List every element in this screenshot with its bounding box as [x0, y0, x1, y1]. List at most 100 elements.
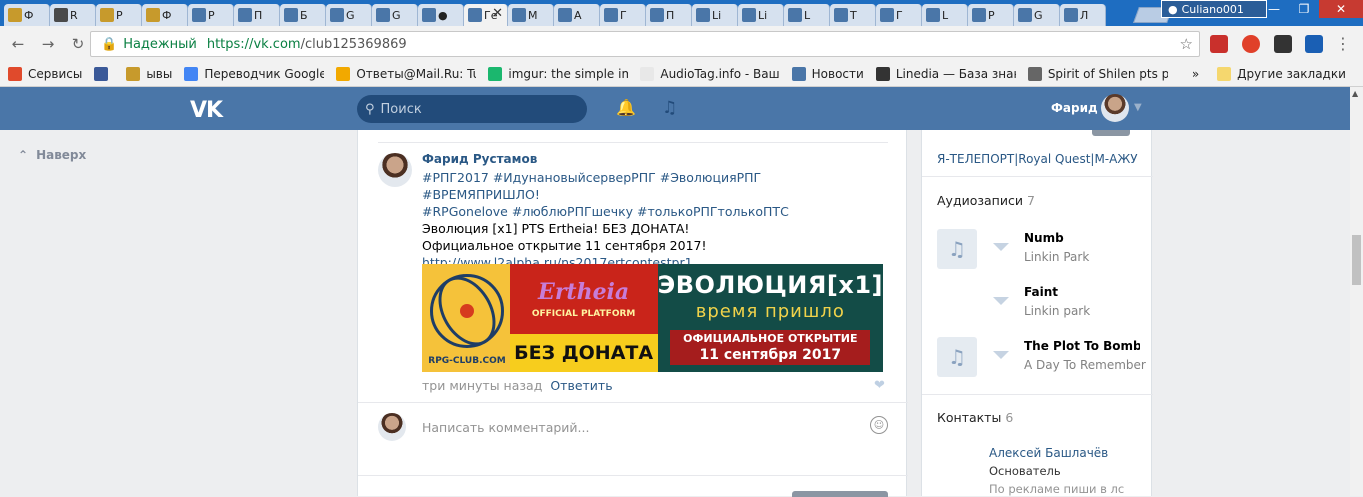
browser-tab[interactable]: R	[50, 4, 96, 26]
translate-extension-icon[interactable]	[1305, 35, 1323, 53]
browser-tab[interactable]: Г	[876, 4, 922, 26]
audio-track[interactable]: ♫ The Plot To Bomb ... A Day To Remember	[937, 337, 1146, 379]
back-icon[interactable]: ←	[6, 32, 30, 56]
play-icon[interactable]	[993, 351, 1009, 359]
browser-tab[interactable]: Р	[968, 4, 1014, 26]
post-time[interactable]: три минуты назад	[422, 378, 542, 393]
maximize-icon[interactable]: ❐	[1289, 0, 1319, 18]
secure-label: Надежный	[123, 36, 197, 52]
play-icon[interactable]	[993, 297, 1009, 305]
post-author-name[interactable]: Фарид Рустамов	[422, 152, 537, 166]
play-icon[interactable]	[993, 243, 1009, 251]
browser-tab[interactable]: G	[326, 4, 372, 26]
bookmark-item[interactable]: Spirit of Shilen pts pa	[1027, 67, 1168, 81]
sidebar-button[interactable]	[1092, 130, 1130, 136]
scroll-up-arrow-icon[interactable]: ▲	[1352, 89, 1358, 98]
audio-track[interactable]: Faint Linkin park	[937, 283, 1143, 325]
close-tab-icon[interactable]: ✕	[492, 6, 503, 21]
bookmark-item[interactable]: imgur: the simple ima	[488, 67, 628, 81]
browser-tab[interactable]: G	[372, 4, 418, 26]
bookmark-item[interactable]: Новости	[791, 67, 864, 81]
contact-name[interactable]: Алексей Башлачёв	[989, 446, 1124, 460]
bookmark-favicon-icon	[791, 67, 806, 81]
post-hashtags-1[interactable]: #РПГ2017 #ИдунановыйсерверРПГ #ЭволюцияР…	[422, 169, 882, 203]
browser-tab[interactable]: G	[1014, 4, 1060, 26]
post-hashtags-2[interactable]: #RPGonelove #люблюРПГшечку #толькоРПГтол…	[422, 203, 882, 220]
browser-tab[interactable]: А	[554, 4, 600, 26]
header-user-name[interactable]: Фарид	[1051, 101, 1098, 115]
reply-link[interactable]: Ответить	[550, 378, 612, 393]
browser-tab[interactable]: L	[784, 4, 830, 26]
track-title: Faint	[1024, 285, 1058, 299]
bookmark-item[interactable]: Ответы@Mail.Ru: Tur	[336, 67, 476, 81]
bookmark-item[interactable]	[94, 67, 114, 81]
scrollbar-thumb[interactable]	[1352, 235, 1361, 285]
audio-section-header[interactable]: Аудиозаписи 7	[937, 193, 1035, 208]
track-artist[interactable]: Linkin Park	[1024, 250, 1089, 264]
browser-tab[interactable]: Р	[96, 4, 142, 26]
chevron-down-icon[interactable]: ▼	[1134, 102, 1142, 113]
music-note-icon: ♫	[937, 229, 977, 269]
browser-tab[interactable]: П	[234, 4, 280, 26]
forward-icon[interactable]: →	[36, 32, 60, 56]
bookmarks-overflow-icon[interactable]: »	[1192, 67, 1199, 81]
menu-icon[interactable]: ⋮	[1335, 34, 1351, 53]
browser-tab[interactable]: Г	[600, 4, 646, 26]
teleport-link[interactable]: Я-ТЕЛЕПОРТ|Royal Quest|М-АЖУ	[937, 152, 1138, 166]
tab-favicon-icon	[376, 8, 390, 22]
bookmark-item[interactable]: Linedia — База знан	[875, 67, 1016, 81]
extension-icon[interactable]	[1274, 35, 1292, 53]
browser-tab[interactable]: ●	[418, 4, 464, 26]
contacts-section-header[interactable]: Контакты 6	[937, 410, 1013, 425]
tab-label: R	[70, 8, 78, 22]
close-window-icon[interactable]: ✕	[1319, 0, 1363, 18]
bookmark-favicon-icon	[8, 67, 22, 81]
tab-label: ●	[438, 8, 448, 22]
other-bookmarks[interactable]: Другие закладки	[1217, 67, 1346, 81]
browser-tab[interactable]: L	[922, 4, 968, 26]
track-artist[interactable]: Linkin park	[1024, 304, 1090, 318]
browser-tab[interactable]: Ф	[142, 4, 188, 26]
bookmark-item[interactable]: Переводчик Google	[184, 67, 324, 81]
browser-tab[interactable]: Li	[692, 4, 738, 26]
bookmark-item[interactable]: Сервисы	[8, 67, 82, 81]
post-banner-image[interactable]: RPG-CLUB.COM Ertheia OFFICIAL PLATFORM Б…	[422, 264, 883, 372]
bookmark-item[interactable]: ывы	[126, 67, 172, 81]
url-field[interactable]: 🔒 Надежный https://vk.com/club125369869 …	[90, 31, 1200, 57]
browser-tab[interactable]: Р	[188, 4, 234, 26]
post-author-avatar[interactable]	[378, 153, 412, 187]
minimize-icon[interactable]: —	[1259, 0, 1289, 18]
browser-tab[interactable]: М	[508, 4, 554, 26]
comment-input[interactable]: Написать комментарий...	[422, 420, 589, 435]
music-note-icon[interactable]: ♫	[662, 98, 677, 118]
browser-tab[interactable]: П	[646, 4, 692, 26]
browser-tab[interactable]: Ф	[4, 4, 50, 26]
browser-tab[interactable]: Ге ✕	[464, 4, 508, 26]
audio-track[interactable]: ♫ Numb Linkin Park	[937, 229, 1143, 271]
browser-tab[interactable]: Л	[1060, 4, 1106, 26]
tab-label: L	[942, 8, 949, 22]
search-input[interactable]: ⚲ Поиск	[357, 95, 587, 123]
opera-extension-icon[interactable]	[1242, 35, 1260, 53]
tab-favicon-icon	[604, 8, 618, 22]
browser-tab[interactable]: Т	[830, 4, 876, 26]
track-artist[interactable]: A Day To Remember	[1024, 358, 1146, 372]
profile-button[interactable]: ● Culiano001	[1161, 0, 1267, 18]
emoji-smile-icon[interactable]: ☺	[870, 416, 888, 434]
bookmark-item[interactable]: AudioTag.info - Ваш	[640, 67, 780, 81]
wall-post: Фарид Рустамов #РПГ2017 #Идунановыйсерве…	[357, 130, 908, 497]
page-scrollbar[interactable]: ▲	[1350, 87, 1363, 496]
scroll-up-button[interactable]: ⌃ Наверх	[18, 148, 86, 162]
more-button[interactable]	[792, 491, 888, 497]
divider	[922, 176, 1153, 177]
like-heart-icon[interactable]: ❤	[874, 378, 885, 393]
notifications-bell-icon[interactable]: 🔔	[616, 98, 636, 118]
reload-icon[interactable]: ↻	[66, 32, 90, 56]
header-avatar[interactable]	[1101, 94, 1129, 122]
browser-tab[interactable]: Li	[738, 4, 784, 26]
adblock-extension-icon[interactable]	[1210, 35, 1228, 53]
browser-tab[interactable]: Б	[280, 4, 326, 26]
bookmark-label: Сервисы	[28, 67, 83, 81]
bookmark-star-icon[interactable]: ☆	[1180, 35, 1193, 53]
vk-logo-icon[interactable]: VK	[190, 98, 223, 123]
